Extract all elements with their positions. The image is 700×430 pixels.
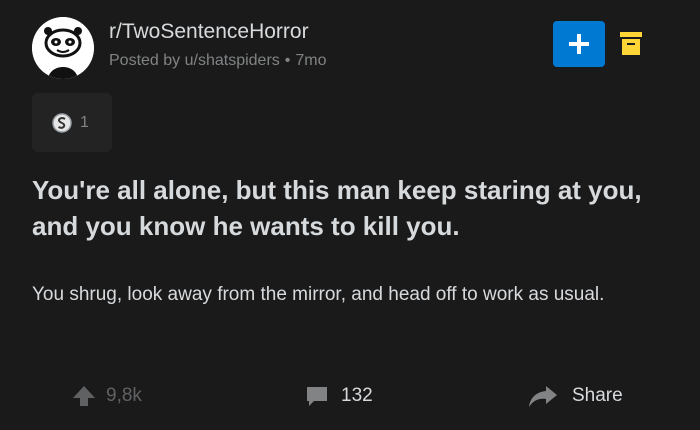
post-title: You're all alone, but this man keep star… bbox=[32, 175, 642, 241]
upvote-arrow-icon bbox=[73, 386, 95, 406]
share-arrow-icon bbox=[529, 386, 557, 407]
comment-count: 132 bbox=[341, 385, 373, 406]
post-body: You shrug, look away from the mirror, an… bbox=[32, 284, 605, 305]
upvote-button[interactable]: 9,8k bbox=[72, 376, 142, 416]
join-button[interactable] bbox=[553, 21, 605, 67]
upvote-count: 9,8k bbox=[106, 385, 142, 406]
subreddit-name[interactable]: r/TwoSentenceHorror bbox=[109, 20, 309, 44]
post-age: 7mo bbox=[295, 52, 327, 69]
action-bar: 9,8k 132 Share bbox=[0, 376, 700, 416]
post-meta: Posted by u/shatspiders • 7mo bbox=[109, 52, 327, 70]
comments-button[interactable]: 132 bbox=[305, 376, 373, 416]
post-view: r/TwoSentenceHorror Posted by u/shatspid… bbox=[0, 0, 700, 430]
silver-award-icon bbox=[52, 112, 72, 133]
archive-icon[interactable] bbox=[620, 32, 642, 56]
meta-separator: • bbox=[284, 52, 291, 69]
plus-icon bbox=[569, 34, 589, 54]
award-chip[interactable]: 1 bbox=[32, 93, 112, 152]
comment-icon bbox=[307, 387, 327, 406]
share-button[interactable]: Share bbox=[528, 376, 623, 416]
share-label: Share bbox=[572, 385, 623, 406]
subreddit-avatar-icon[interactable] bbox=[32, 17, 94, 79]
award-count: 1 bbox=[80, 113, 89, 131]
author-link[interactable]: Posted by u/shatspiders bbox=[109, 52, 280, 69]
